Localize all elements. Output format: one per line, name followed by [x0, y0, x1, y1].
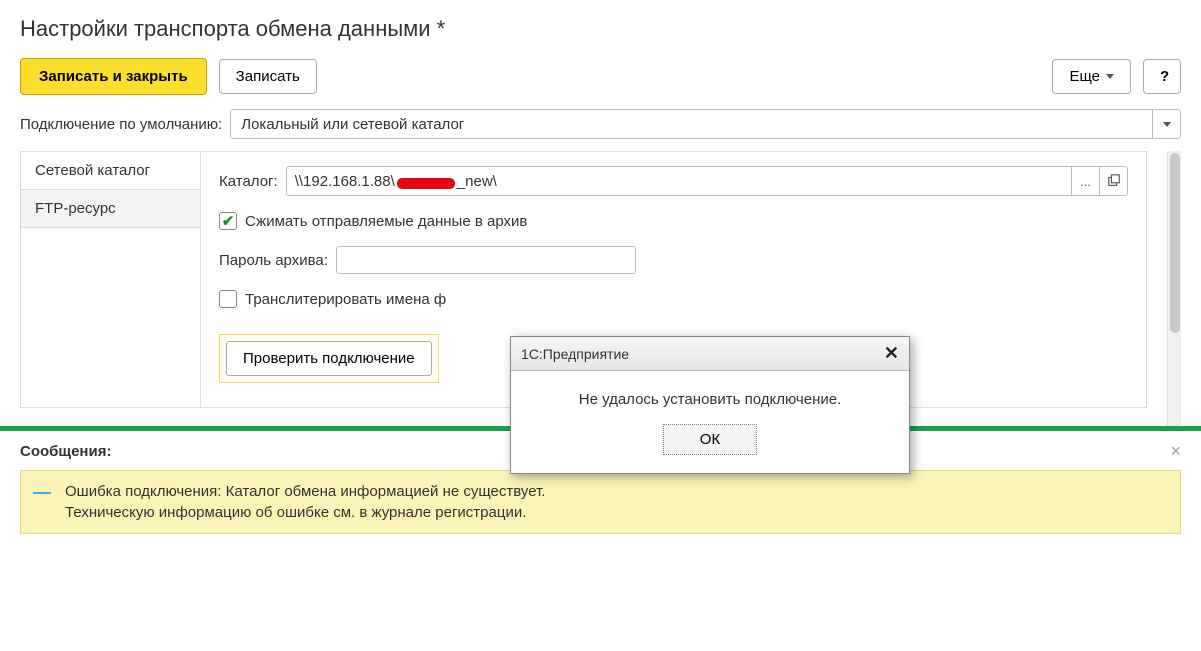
catalog-row: Каталог: \\192.168.1.88\ _new\ ...	[219, 166, 1128, 196]
catalog-browse-button[interactable]: ...	[1071, 167, 1099, 195]
tab-network-folder[interactable]: Сетевой каталог	[21, 152, 200, 190]
save-button[interactable]: Записать	[219, 59, 317, 94]
dialog-title-text: 1С:Предприятие	[521, 346, 629, 362]
default-connection-label: Подключение по умолчанию:	[20, 116, 222, 133]
archive-password-row: Пароль архива:	[219, 246, 1128, 274]
catalog-open-button[interactable]	[1099, 167, 1127, 195]
transliterate-row: Транслитерировать имена ф	[219, 290, 1128, 308]
vertical-scrollbar[interactable]	[1167, 151, 1181, 426]
message-text: Ошибка подключения: Каталог обмена инфор…	[65, 481, 545, 523]
open-external-icon	[1107, 174, 1121, 188]
compress-checkbox[interactable]: ✔	[219, 212, 237, 230]
save-and-close-button[interactable]: Записать и закрыть	[20, 58, 207, 95]
catalog-input[interactable]: \\192.168.1.88\ _new\ ...	[286, 166, 1128, 196]
test-connection-focus-ring: Проверить подключение	[219, 334, 439, 383]
catalog-label: Каталог:	[219, 173, 278, 190]
caret-down-icon	[1163, 122, 1171, 127]
default-connection-row: Подключение по умолчанию: Локальный или …	[20, 109, 1181, 139]
message-line-1: Ошибка подключения: Каталог обмена инфор…	[65, 481, 545, 502]
archive-password-input[interactable]	[336, 246, 636, 274]
default-connection-value: Локальный или сетевой каталог	[231, 116, 1152, 133]
catalog-value-suffix: _new\	[457, 173, 497, 190]
message-item[interactable]: — Ошибка подключения: Каталог обмена инф…	[20, 470, 1181, 534]
scrollbar-thumb[interactable]	[1170, 153, 1180, 333]
caret-down-icon	[1106, 74, 1114, 79]
dialog-titlebar[interactable]: 1С:Предприятие ✕	[511, 337, 909, 371]
message-minus-icon: —	[33, 483, 51, 501]
tab-ftp-resource[interactable]: FTP-ресурс	[21, 190, 200, 228]
messages-close-button[interactable]: ×	[1170, 441, 1181, 462]
catalog-input-value: \\192.168.1.88\ _new\	[287, 173, 1071, 190]
default-connection-select[interactable]: Локальный или сетевой каталог	[230, 109, 1181, 139]
archive-password-label: Пароль архива:	[219, 252, 328, 269]
compress-row: ✔ Сжимать отправляемые данные в архив	[219, 212, 1128, 230]
catalog-value-prefix: \\192.168.1.88\	[295, 173, 395, 190]
compress-label: Сжимать отправляемые данные в архив	[245, 213, 527, 230]
checkmark-icon: ✔	[222, 214, 235, 229]
message-line-2: Техническую информацию об ошибке см. в ж…	[65, 502, 545, 523]
default-connection-dropdown-button[interactable]	[1152, 110, 1180, 138]
toolbar: Записать и закрыть Записать Еще ?	[20, 58, 1181, 95]
transliterate-label: Транслитерировать имена ф	[245, 291, 446, 308]
dialog-message: Не удалось установить подключение.	[511, 371, 909, 424]
messages-title: Сообщения	[20, 443, 111, 460]
transliterate-checkbox[interactable]	[219, 290, 237, 308]
test-connection-button[interactable]: Проверить подключение	[226, 341, 432, 376]
more-button[interactable]: Еще	[1052, 59, 1131, 94]
redacted-text	[397, 178, 455, 189]
dialog-close-button[interactable]: ✕	[884, 343, 899, 364]
error-dialog: 1С:Предприятие ✕ Не удалось установить п…	[510, 336, 910, 474]
dialog-ok-button[interactable]: ОК	[663, 424, 757, 455]
help-button[interactable]: ?	[1143, 59, 1181, 94]
page-title: Настройки транспорта обмена данными *	[20, 16, 1181, 42]
more-button-label: Еще	[1069, 68, 1100, 85]
tabs: Сетевой каталог FTP-ресурс	[21, 152, 201, 407]
